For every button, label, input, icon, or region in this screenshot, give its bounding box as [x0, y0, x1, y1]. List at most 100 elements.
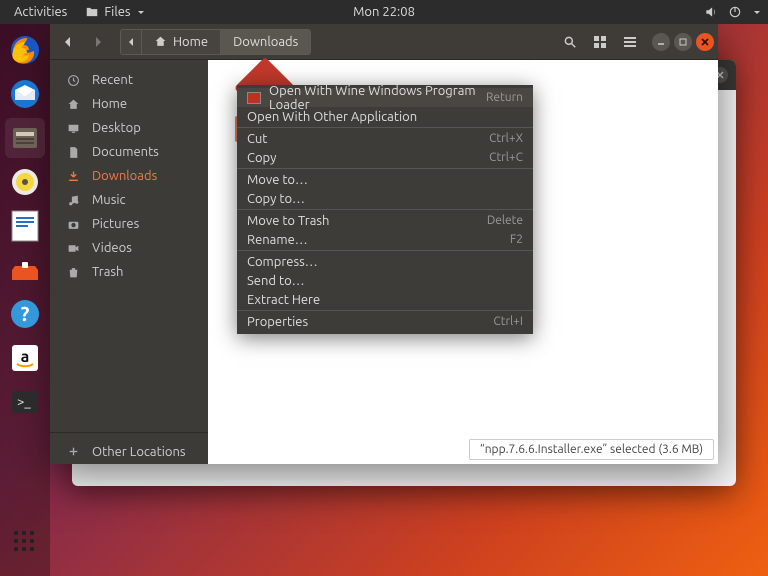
app-menu-files[interactable]: Files [85, 5, 143, 19]
path-current-label: Downloads [233, 35, 298, 49]
sidebar-item-trash[interactable]: Trash [50, 260, 208, 284]
menu-separator [237, 310, 533, 311]
wine-icon [247, 92, 261, 104]
menu-label: Cut [247, 132, 481, 146]
download-icon [66, 170, 80, 183]
menu-move-to[interactable]: Move to… [237, 170, 533, 189]
sidebar-item-other-locations[interactable]: Other Locations [50, 432, 208, 464]
launcher-ubuntu-software[interactable] [5, 250, 45, 290]
menu-label: Compress… [247, 255, 523, 269]
sidebar-item-label: Recent [92, 73, 133, 87]
menu-shortcut: Return [486, 91, 523, 104]
menu-open-with-wine[interactable]: Open With Wine Windows Program Loader Re… [237, 88, 533, 107]
menu-shortcut: Ctrl+X [489, 132, 523, 145]
menu-cut[interactable]: Cut Ctrl+X [237, 129, 533, 148]
menu-move-to-trash[interactable]: Move to Trash Delete [237, 211, 533, 230]
system-status-area[interactable] [704, 5, 760, 19]
sidebar-item-label: Documents [92, 145, 159, 159]
back-button[interactable] [54, 29, 82, 55]
menu-label: Open With Other Application [247, 110, 523, 124]
close-icon [701, 38, 709, 46]
launcher-amazon[interactable]: a [5, 338, 45, 378]
forward-button[interactable] [84, 29, 112, 55]
menu-rename[interactable]: Rename… F2 [237, 230, 533, 249]
sidebar-item-label: Pictures [92, 217, 139, 231]
search-button[interactable] [556, 29, 584, 55]
menu-label: Rename… [247, 233, 502, 247]
sidebar-item-pictures[interactable]: Pictures [50, 212, 208, 236]
camera-icon [66, 218, 80, 231]
window-close[interactable] [696, 33, 714, 51]
menu-separator [237, 168, 533, 169]
power-icon [728, 5, 742, 19]
activities-button[interactable]: Activities [8, 3, 73, 21]
svg-text:?: ? [21, 302, 30, 325]
app-menu-label: Files [104, 5, 130, 19]
document-icon [66, 146, 80, 159]
path-history-button[interactable] [120, 29, 141, 55]
menu-shortcut: Ctrl+I [493, 315, 523, 328]
hamburger-menu-button[interactable] [616, 29, 644, 55]
menu-shortcut: F2 [510, 233, 523, 246]
sidebar-item-documents[interactable]: Documents [50, 140, 208, 164]
chevron-right-icon [92, 36, 104, 48]
hamburger-icon [623, 35, 637, 49]
maximize-icon [679, 38, 687, 46]
music-icon [66, 194, 80, 207]
sidebar-item-recent[interactable]: Recent [50, 68, 208, 92]
view-toggle-button[interactable] [586, 29, 614, 55]
launcher-dock: ? a >_ [0, 24, 50, 576]
home-icon [66, 98, 80, 111]
sidebar-item-home[interactable]: Home [50, 92, 208, 116]
places-sidebar: Recent Home Desktop Documents Downloads … [50, 60, 208, 464]
top-panel: Activities Files Mon 22:08 [0, 0, 768, 24]
path-segment-current[interactable]: Downloads [220, 29, 311, 55]
menu-label: Open With Wine Windows Program Loader [269, 84, 478, 112]
launcher-rhythmbox[interactable] [5, 162, 45, 202]
menu-shortcut: Ctrl+C [489, 151, 523, 164]
minimize-icon [657, 38, 665, 46]
sidebar-item-label: Other Locations [92, 445, 186, 459]
sidebar-item-label: Videos [92, 241, 132, 255]
menu-shortcut: Delete [487, 214, 523, 227]
clock[interactable]: Mon 22:08 [353, 5, 415, 19]
chevron-left-icon [62, 36, 74, 48]
launcher-files[interactable] [5, 118, 45, 158]
chevron-down-icon [138, 11, 144, 14]
menu-compress[interactable]: Compress… [237, 252, 533, 271]
sidebar-item-downloads[interactable]: Downloads [50, 164, 208, 188]
video-icon [66, 242, 80, 255]
sidebar-item-desktop[interactable]: Desktop [50, 116, 208, 140]
menu-label: Send to… [247, 274, 523, 288]
plus-icon [66, 445, 80, 458]
launcher-terminal[interactable]: >_ [5, 382, 45, 422]
folder-icon [85, 5, 99, 19]
window-maximize[interactable] [674, 33, 692, 51]
sidebar-item-videos[interactable]: Videos [50, 236, 208, 260]
menu-copy-to[interactable]: Copy to… [237, 189, 533, 208]
svg-text:>_: >_ [17, 395, 31, 409]
launcher-help[interactable]: ? [5, 294, 45, 334]
menu-open-with-other[interactable]: Open With Other Application [237, 107, 533, 126]
sidebar-item-music[interactable]: Music [50, 188, 208, 212]
menu-extract-here[interactable]: Extract Here [237, 290, 533, 309]
launcher-thunderbird[interactable] [5, 74, 45, 114]
window-minimize[interactable] [652, 33, 670, 51]
menu-separator [237, 209, 533, 210]
path-bar: Home Downloads [120, 29, 311, 55]
menu-label: Copy [247, 151, 481, 165]
launcher-firefox[interactable] [5, 30, 45, 70]
trash-icon [66, 266, 80, 279]
desktop-icon [66, 122, 80, 135]
path-segment-home[interactable]: Home [141, 29, 220, 55]
show-applications-button[interactable] [5, 522, 45, 562]
sidebar-item-label: Music [92, 193, 126, 207]
chevron-down-icon [754, 11, 760, 14]
menu-copy[interactable]: Copy Ctrl+C [237, 148, 533, 167]
launcher-libreoffice-writer[interactable] [5, 206, 45, 246]
menu-send-to[interactable]: Send to… [237, 271, 533, 290]
search-icon [563, 35, 577, 49]
menu-label: Copy to… [247, 192, 523, 206]
menu-label: Move to Trash [247, 214, 479, 228]
menu-properties[interactable]: PropertiesCtrl+I [237, 312, 533, 331]
